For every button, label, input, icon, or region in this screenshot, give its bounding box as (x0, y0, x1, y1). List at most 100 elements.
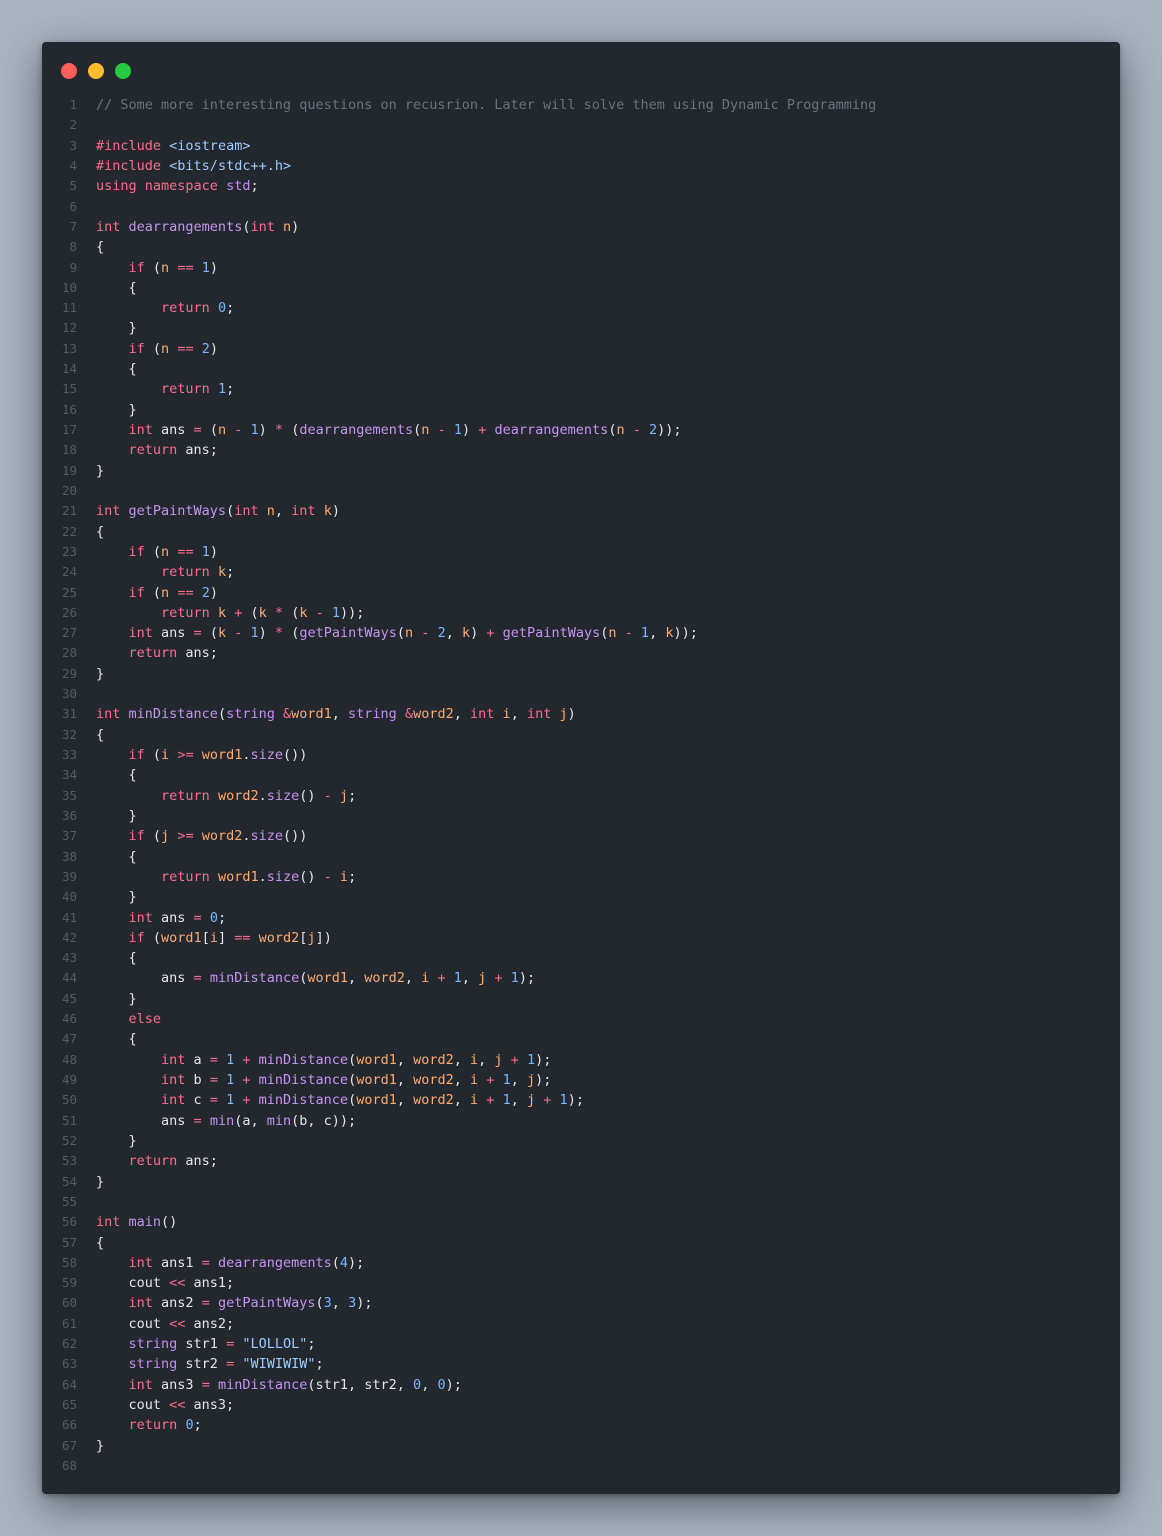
code-token: = (193, 1112, 202, 1129)
code-token: 0 (185, 1417, 194, 1434)
code-line: 19} (42, 461, 1120, 481)
code-token: dearrangements (128, 218, 243, 235)
line-number: 16 (61, 401, 77, 417)
code-line: 37 if (j >= word2.size()) (42, 826, 1120, 846)
code-token: ans; (177, 442, 218, 459)
code-token: { (96, 239, 105, 256)
line-number: 40 (61, 889, 77, 905)
code-token: * (274, 625, 284, 642)
code-window: 1 // Some more interesting questions on r… (42, 42, 1120, 1494)
code-token: = (226, 1336, 235, 1353)
code-line: 25 if (n == 2) (42, 583, 1120, 603)
code-token: minDistance (209, 970, 300, 987)
code-token: } (96, 320, 137, 337)
maximize-window-button[interactable] (115, 63, 131, 79)
code-token: int (161, 1072, 186, 1088)
code-line: 7 int dearrangements(int n) (42, 217, 1120, 237)
code-token: = (209, 1092, 218, 1109)
close-window-button[interactable] (61, 63, 77, 79)
code-token: int (128, 1254, 153, 1271)
code-token: // Some more interesting questions on re… (96, 97, 877, 113)
line-source: int minDistance(string &word1, string &w… (96, 704, 576, 724)
line-source: } (96, 461, 104, 481)
code-token: 1 (502, 1072, 511, 1088)
code-token: return (161, 381, 210, 398)
code-token: = (201, 1295, 210, 1312)
line-number: 32 (61, 726, 77, 742)
line-source: } (96, 400, 137, 420)
line-number: 6 (69, 198, 77, 214)
code-token: word2 (413, 706, 454, 723)
code-token: , (461, 970, 479, 987)
line-number: 39 (61, 868, 77, 884)
line-number: 60 (61, 1295, 77, 1311)
code-line: 46 else (42, 1009, 1120, 1029)
code-token: (str1, str2, (307, 1376, 414, 1393)
line-number: 7 (69, 218, 77, 234)
code-token: ; (348, 868, 357, 885)
code-token: 4 (339, 1254, 349, 1271)
code-line: 64 int ans3 = minDistance(str1, str2, 0,… (42, 1375, 1120, 1395)
line-number: 28 (61, 645, 77, 661)
line-source: int dearrangements(int n) (96, 217, 299, 237)
code-line: 15 return 1; (42, 379, 1120, 399)
line-source: if (n == 2) (96, 339, 219, 359)
code-line: 16 } (42, 400, 1120, 420)
code-token: { (96, 950, 137, 967)
code-line: 13 if (n == 2) (42, 339, 1120, 359)
code-line: 68 (42, 1456, 1120, 1476)
code-token: == (177, 543, 194, 560)
code-line: 54} (42, 1172, 1120, 1192)
code-token: 2 (201, 584, 210, 601)
line-number: 57 (61, 1234, 77, 1250)
line-number: 49 (61, 1072, 77, 1087)
code-line: 61 cout << ans2; (42, 1314, 1120, 1334)
code-token: - (315, 604, 324, 621)
line-number: 63 (61, 1356, 77, 1372)
code-token: ; (307, 1336, 316, 1353)
line-source: int a = 1 + minDistance(word1, word2, i,… (96, 1050, 551, 1070)
line-source: // Some more interesting questions on re… (96, 95, 876, 115)
code-line: 32 { (42, 725, 1120, 745)
code-token: 1 (201, 259, 210, 276)
code-token: 1 (502, 1092, 511, 1109)
code-token: { (96, 726, 105, 743)
line-number: 1 (69, 97, 77, 112)
code-token: } (96, 462, 105, 479)
minimize-window-button[interactable] (88, 63, 104, 79)
code-token: & (283, 706, 292, 723)
code-token: ans (152, 909, 194, 926)
code-token: "WIWIWIW" (242, 1356, 316, 1373)
code-token: k (217, 625, 227, 642)
code-token: word1 (201, 747, 243, 763)
code-token: ( (348, 1051, 357, 1068)
code-line: 1 // Some more interesting questions on r… (42, 95, 1120, 115)
line-number: 26 (61, 604, 77, 620)
code-token: size (250, 747, 284, 763)
code-token: ; (193, 1417, 202, 1434)
line-source: int ans = (n - 1) * (dearrangements(n - … (96, 420, 682, 440)
code-token: c (185, 1092, 210, 1109)
code-token: ans (152, 625, 194, 642)
code-token: int (96, 218, 121, 235)
line-number: 29 (61, 665, 77, 681)
code-token: n (161, 340, 170, 357)
line-number: 58 (61, 1254, 77, 1270)
line-number: 22 (61, 523, 77, 539)
line-number: 52 (61, 1132, 77, 1148)
line-source: return k + (k * (k - 1)); (96, 603, 364, 623)
code-token: min (209, 1112, 235, 1129)
code-token: return (128, 1417, 178, 1434)
